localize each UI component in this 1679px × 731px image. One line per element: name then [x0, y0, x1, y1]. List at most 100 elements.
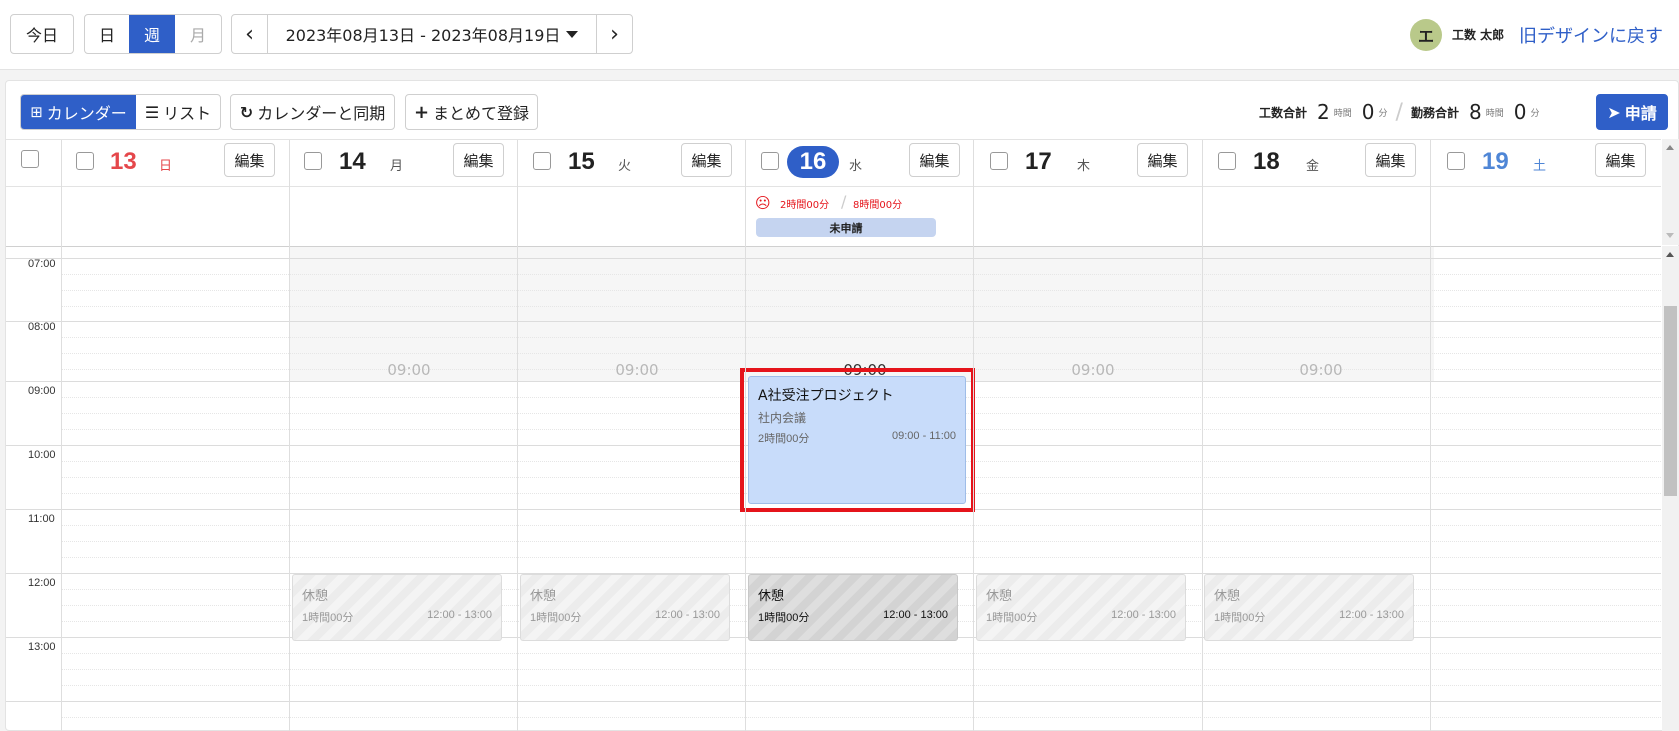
quarter-line: [61, 685, 1661, 686]
day-checkbox[interactable]: [304, 152, 322, 170]
edit-day-button[interactable]: 編集: [453, 143, 504, 177]
today-button[interactable]: 今日: [10, 14, 74, 54]
chevron-right-icon: ›: [610, 21, 619, 47]
kinmu-min-unit: 分: [1530, 108, 1540, 119]
header-scrollbar[interactable]: [1662, 139, 1679, 245]
scroll-up-arrow-icon[interactable]: [1666, 145, 1674, 150]
break-duration: 1時間00分: [302, 612, 354, 624]
calendar-sync-button[interactable]: ↻ カレンダーと同期: [230, 94, 395, 130]
time-label: 08:00: [28, 321, 56, 333]
day-weekday: 日: [159, 159, 173, 174]
day-number: 14: [339, 148, 366, 175]
day-checkbox[interactable]: [761, 152, 779, 170]
day-number: 13: [110, 148, 137, 175]
view-month-button[interactable]: 月: [175, 15, 221, 53]
day-checkbox[interactable]: [1218, 152, 1236, 170]
list-tab[interactable]: ☰ リスト: [136, 95, 220, 129]
edit-day-button[interactable]: 編集: [909, 143, 960, 177]
plus-icon: +: [413, 101, 430, 123]
select-all-checkbox[interactable]: [21, 150, 39, 168]
prev-week-button[interactable]: ‹: [232, 15, 268, 53]
break-title: 休憩: [302, 588, 329, 603]
kosu-min: 0: [1361, 100, 1375, 124]
list-icon: ☰: [144, 102, 160, 122]
header-divider: [6, 186, 1661, 187]
break-time-range: 12:00 - 13:00: [655, 609, 720, 621]
quarter-line: [61, 717, 1661, 718]
event-card[interactable]: A社受注プロジェクト 社内会議 2時間00分 09:00 - 11:00: [748, 376, 966, 504]
refresh-icon: ↻: [239, 102, 254, 122]
quarter-line: [61, 337, 1661, 338]
apply-button[interactable]: ➤ 申請: [1596, 94, 1668, 130]
avatar[interactable]: エ: [1410, 19, 1442, 51]
break-title: 休憩: [1214, 588, 1241, 603]
kosu-label: 工数合計: [1259, 105, 1308, 120]
mode-switcher: ⊞ カレンダー ☰ リスト: [20, 94, 221, 130]
workday-start-marker: 09:00: [387, 361, 431, 379]
timeline-scrollbar[interactable]: [1662, 246, 1679, 731]
event-subtitle: 社内会議: [758, 411, 807, 425]
date-range-dropdown[interactable]: 2023年08月13日 - 2023年08月19日: [268, 15, 596, 53]
break-card[interactable]: 休憩 1時間00分 12:00 - 13:00: [1204, 574, 1414, 641]
wed-kosu-total: 2時間00分: [780, 200, 830, 211]
day-weekday: 火: [618, 159, 632, 174]
quarter-line: [61, 669, 1661, 670]
scrollbar-thumb[interactable]: [1664, 306, 1677, 496]
calendar-tab-label: カレンダー: [46, 104, 127, 123]
break-card[interactable]: 休憩 1時間00分 12:00 - 13:00: [292, 574, 502, 641]
day-checkbox[interactable]: [990, 152, 1008, 170]
bulk-register-button[interactable]: + まとめて登録: [405, 94, 538, 130]
kosu-hours: 2: [1317, 100, 1330, 124]
column-divider: [517, 140, 518, 731]
event-duration: 2時間00分: [758, 433, 810, 445]
day-checkbox[interactable]: [1447, 152, 1465, 170]
old-design-link[interactable]: 旧デザインに戻す: [1519, 22, 1663, 48]
wed-kinmu-total: 8時間00分: [853, 200, 903, 211]
break-card[interactable]: 休憩 1時間00分 12:00 - 13:00: [976, 574, 1186, 641]
day-number: 17: [1025, 148, 1052, 175]
apply-button-label: 申請: [1624, 104, 1657, 123]
edit-day-button[interactable]: 編集: [1365, 143, 1416, 177]
day-weekday: 土: [1533, 159, 1547, 174]
column-divider: [1430, 140, 1431, 731]
quarter-line: [61, 541, 1661, 542]
day-weekday: 木: [1077, 159, 1091, 174]
workday-start-marker: 09:00: [1071, 361, 1115, 379]
break-card[interactable]: 休憩 1時間00分 12:00 - 13:00: [520, 574, 730, 641]
paper-plane-icon: ➤: [1607, 102, 1621, 122]
timeline: 07:00 08:00 09:00 10:00 11:00 12:00 13:0…: [6, 247, 1661, 731]
quarter-line: [61, 525, 1661, 526]
break-card[interactable]: 休憩 1時間00分 12:00 - 13:00: [748, 574, 958, 641]
time-label: 11:00: [28, 513, 55, 525]
time-label: 09:00: [28, 385, 56, 397]
quarter-line: [61, 290, 1661, 291]
hour-line: [6, 321, 1661, 322]
scroll-down-arrow-icon[interactable]: [1666, 233, 1674, 238]
user-name: 工数 太郎: [1452, 28, 1505, 42]
bulk-register-label: まとめて登録: [433, 104, 530, 123]
scroll-up-arrow-icon[interactable]: [1666, 252, 1674, 257]
calendar-panel: ⊞ カレンダー ☰ リスト ↻ カレンダーと同期 + まとめて登録 工数合計 2 時間 …: [5, 80, 1679, 731]
edit-day-button[interactable]: 編集: [1137, 143, 1188, 177]
edit-day-button[interactable]: 編集: [681, 143, 732, 177]
edit-day-button[interactable]: 編集: [1595, 143, 1646, 177]
day-checkbox[interactable]: [76, 152, 94, 170]
calendar-tab[interactable]: ⊞ カレンダー: [21, 95, 136, 129]
view-switcher: 日 週 月: [84, 14, 222, 54]
break-duration: 1時間00分: [1214, 612, 1266, 624]
view-day-button[interactable]: 日: [85, 15, 129, 53]
time-label: 12:00: [28, 577, 56, 589]
day-number: 18: [1253, 148, 1280, 175]
kinmu-label: 勤務合計: [1410, 105, 1459, 120]
workday-start-marker: 09:00: [615, 361, 659, 379]
view-week-button[interactable]: 週: [129, 15, 175, 53]
day-checkbox[interactable]: [533, 152, 551, 170]
column-divider: [745, 140, 746, 731]
grid-icon: ⊞: [30, 103, 43, 121]
event-title: A社受注プロジェクト: [758, 388, 894, 404]
next-week-button[interactable]: ›: [596, 15, 632, 53]
quarter-line: [61, 274, 1661, 275]
time-label: 13:00: [28, 641, 56, 653]
edit-day-button[interactable]: 編集: [224, 143, 275, 177]
chevron-left-icon: ‹: [245, 21, 254, 47]
